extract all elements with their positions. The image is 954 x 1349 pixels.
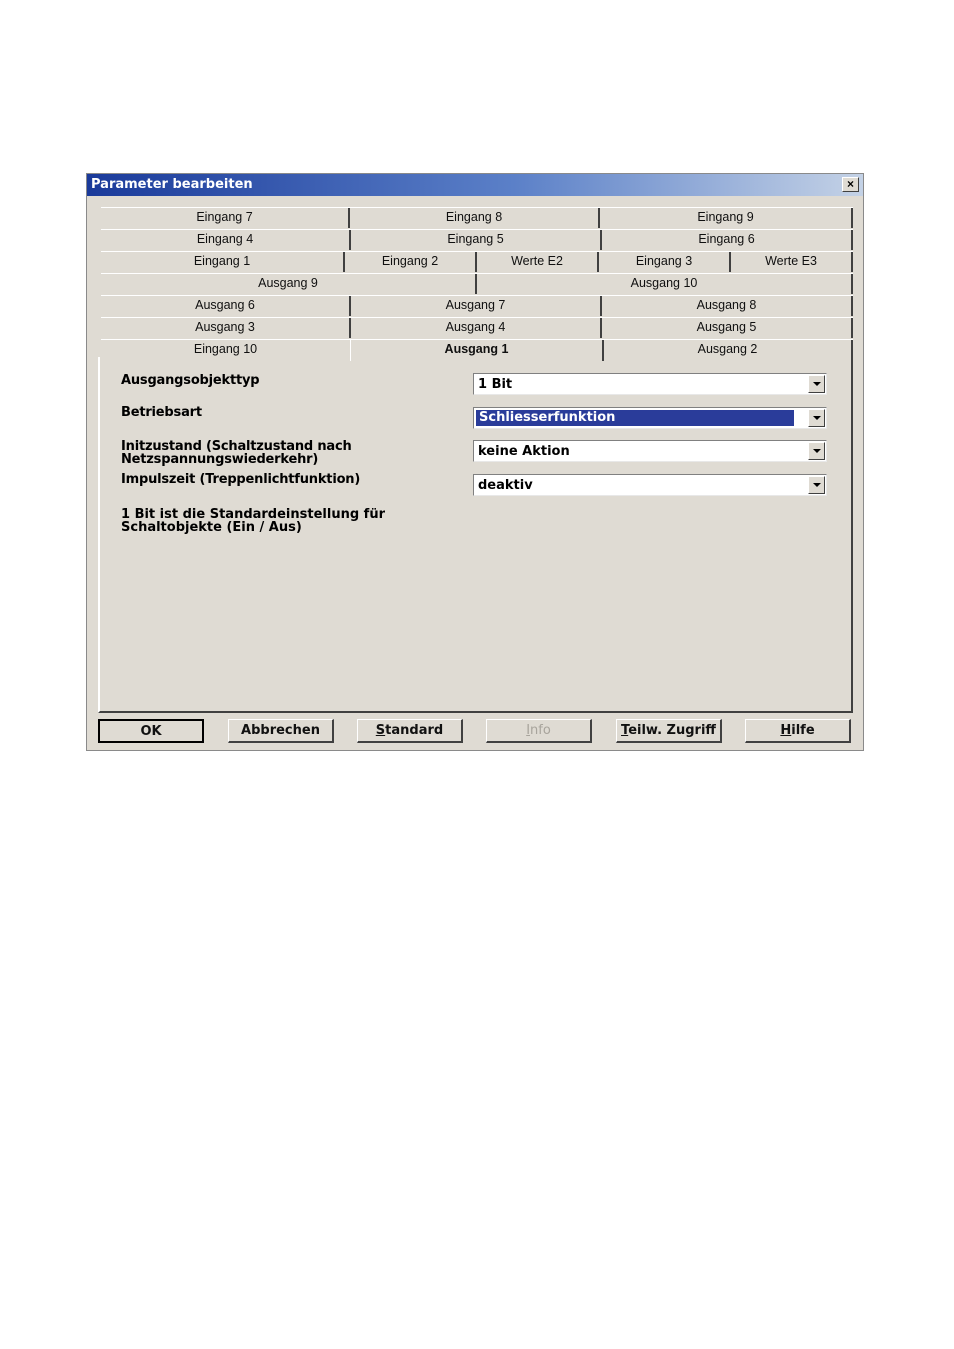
chevron-down-icon[interactable]	[808, 476, 825, 494]
tab-eingang-6[interactable]: Eingang 6	[602, 230, 853, 250]
chevron-down-icon[interactable]	[808, 409, 825, 427]
select-value: keine Aktion	[478, 444, 570, 459]
info-line: Schaltobjekte (Ein / Aus)	[121, 520, 302, 535]
standard-button[interactable]: Standard	[357, 719, 463, 743]
tab-eingang-8[interactable]: Eingang 8	[350, 208, 600, 228]
label-impulszeit: Impulszeit (Treppenlichtfunktion)	[121, 472, 361, 487]
tab-eingang-2[interactable]: Eingang 2	[345, 252, 477, 272]
select-betriebsart[interactable]: Schliesserfunktion	[473, 407, 827, 429]
tab-row-5: Ausgang 6 Ausgang 7 Ausgang 8	[101, 295, 853, 316]
tab-ausgang-8[interactable]: Ausgang 8	[602, 296, 853, 316]
select-initzustand[interactable]: keine Aktion	[473, 440, 827, 462]
select-ausgangsobjekttyp[interactable]: 1 Bit	[473, 373, 827, 395]
tab-ausgang-4[interactable]: Ausgang 4	[351, 318, 602, 338]
button-label: eilw. Zugriff	[628, 723, 716, 738]
button-label: nfo	[530, 723, 551, 738]
window-title: Parameter bearbeiten	[91, 177, 253, 192]
tab-row-2: Eingang 4 Eingang 5 Eingang 6	[101, 229, 853, 250]
tab-ausgang-6[interactable]: Ausgang 6	[101, 296, 351, 316]
tab-ausgang-9[interactable]: Ausgang 9	[101, 274, 477, 294]
label-initzustand: Initzustand (Schaltzustand nach Netzspan…	[121, 440, 352, 466]
chevron-down-icon[interactable]	[808, 442, 825, 460]
tab-ausgang-10[interactable]: Ausgang 10	[477, 274, 853, 294]
tab-ausgang-3[interactable]: Ausgang 3	[101, 318, 351, 338]
help-button[interactable]: Hilfe	[745, 719, 851, 743]
button-label: ilfe	[791, 723, 815, 738]
tab-eingang-3[interactable]: Eingang 3	[599, 252, 731, 272]
select-value: Schliesserfunktion	[476, 410, 794, 426]
parameter-dialog: Parameter bearbeiten × Eingang 7 Eingang…	[86, 173, 864, 751]
tab-ausgang-7[interactable]: Ausgang 7	[351, 296, 602, 316]
tab-eingang-4[interactable]: Eingang 4	[101, 230, 351, 250]
chevron-down-icon[interactable]	[808, 375, 825, 393]
select-value: 1 Bit	[478, 377, 513, 392]
tab-werte-e2[interactable]: Werte E2	[477, 252, 599, 272]
tab-eingang-9[interactable]: Eingang 9	[600, 208, 853, 228]
title-bar[interactable]: Parameter bearbeiten ×	[87, 174, 863, 196]
tab-werte-e3[interactable]: Werte E3	[731, 252, 853, 272]
partial-access-button[interactable]: Teilw. Zugriff	[616, 719, 722, 743]
tab-eingang-1[interactable]: Eingang 1	[101, 252, 345, 272]
close-icon[interactable]: ×	[842, 177, 859, 192]
cancel-button[interactable]: Abbrechen	[228, 719, 334, 743]
mnemonic: S	[375, 723, 386, 738]
select-value: deaktiv	[478, 478, 533, 493]
tab-row-7: Eingang 10 Ausgang 1 Ausgang 2	[101, 339, 853, 361]
tab-row-3: Eingang 1 Eingang 2 Werte E2 Eingang 3 W…	[101, 251, 853, 272]
tab-ausgang-5[interactable]: Ausgang 5	[602, 318, 853, 338]
info-text: 1 Bit ist die Standardeinstellung für Sc…	[121, 508, 385, 534]
label-betriebsart: Betriebsart	[121, 405, 202, 420]
tab-row-4: Ausgang 9 Ausgang 10	[101, 273, 853, 294]
tab-eingang-5[interactable]: Eingang 5	[351, 230, 602, 250]
label-line: Netzspannungswiederkehr)	[121, 452, 319, 467]
tab-eingang-7[interactable]: Eingang 7	[101, 208, 350, 228]
mnemonic: H	[780, 723, 792, 738]
ok-button[interactable]: OK	[98, 719, 204, 743]
info-button: Info	[486, 719, 592, 743]
tab-row-6: Ausgang 3 Ausgang 4 Ausgang 5	[101, 317, 853, 338]
button-label: tandard	[385, 723, 444, 738]
tab-row-1: Eingang 7 Eingang 8 Eingang 9	[101, 207, 853, 228]
label-ausgangsobjekttyp: Ausgangsobjekttyp	[121, 373, 260, 388]
select-impulszeit[interactable]: deaktiv	[473, 474, 827, 496]
